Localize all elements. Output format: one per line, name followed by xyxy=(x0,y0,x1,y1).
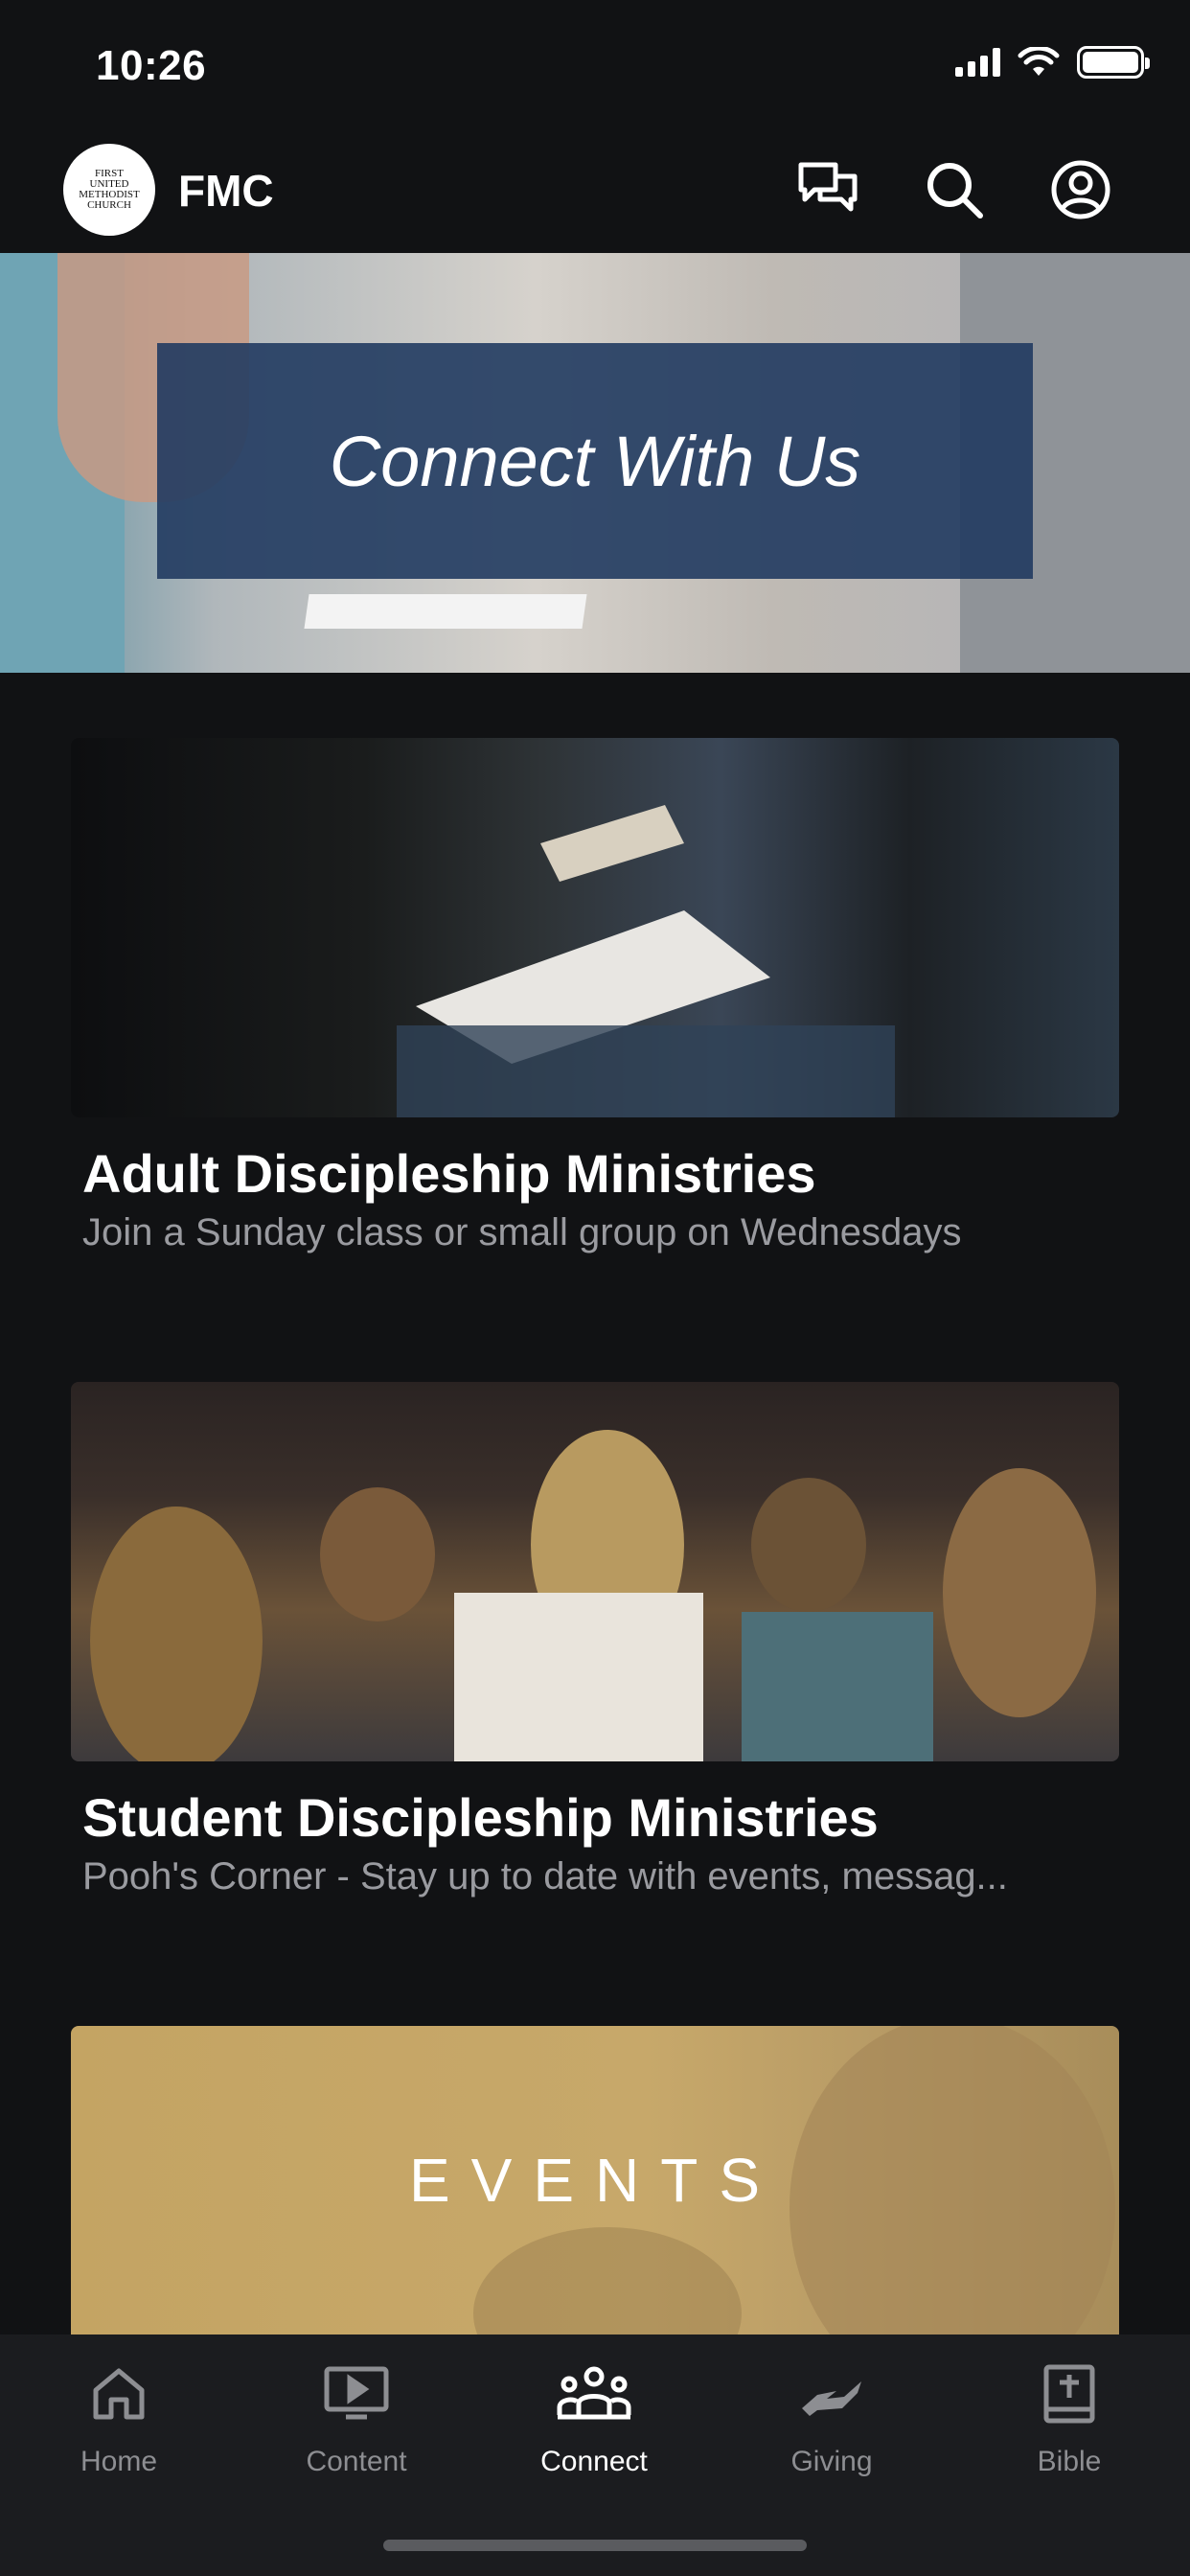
card-title: Student Discipleship Ministries xyxy=(82,1787,879,1848)
play-screen-icon xyxy=(318,2356,395,2432)
wifi-icon xyxy=(1018,47,1060,76)
church-logo[interactable]: FIRST UNITED METHODIST CHURCH xyxy=(63,144,155,236)
status-time: 10:26 xyxy=(96,42,207,89)
card-subtitle: Pooh's Corner - Stay up to date with eve… xyxy=(82,1855,1008,1898)
profile-icon[interactable] xyxy=(1046,155,1115,224)
app-title: FMC xyxy=(178,166,274,216)
search-icon[interactable] xyxy=(920,155,989,224)
tab-label: Content xyxy=(306,2446,407,2477)
card-subtitle: Join a Sunday class or small group on We… xyxy=(82,1211,962,1254)
tab-label: Connect xyxy=(540,2446,648,2477)
tab-bible[interactable]: Bible xyxy=(973,2356,1165,2478)
status-icons xyxy=(955,46,1150,79)
group-icon xyxy=(556,2356,632,2432)
tab-label: Giving xyxy=(790,2446,873,2477)
tab-connect[interactable]: Connect xyxy=(498,2356,690,2478)
card-image-student xyxy=(71,1382,1119,1761)
app-header: FIRST UNITED METHODIST CHURCH FMC xyxy=(0,134,1190,253)
status-bar: 10:26 xyxy=(0,0,1190,134)
card-image-events: EVENTS xyxy=(71,2026,1119,2334)
hero-title-box: Connect With Us xyxy=(157,343,1033,579)
tab-content[interactable]: Content xyxy=(261,2356,452,2478)
home-indicator xyxy=(383,2540,807,2551)
battery-icon xyxy=(1077,46,1150,79)
events-title: EVENTS xyxy=(408,2146,782,2215)
hero-title: Connect With Us xyxy=(329,421,861,501)
giving-hand-icon xyxy=(793,2356,870,2432)
chat-icon[interactable] xyxy=(793,155,862,224)
card-image-adult xyxy=(71,738,1119,1117)
card-title: Adult Discipleship Ministries xyxy=(82,1143,816,1204)
logo-text: FIRST UNITED METHODIST CHURCH xyxy=(79,168,140,211)
tab-giving[interactable]: Giving xyxy=(736,2356,927,2478)
bible-icon xyxy=(1031,2356,1108,2432)
home-icon xyxy=(80,2356,157,2432)
tab-label: Home xyxy=(80,2446,158,2477)
hero-photo-paper xyxy=(304,594,587,629)
cellular-signal-icon xyxy=(955,48,1000,77)
hero-banner[interactable]: Connect With Us xyxy=(0,253,1190,673)
tab-label: Bible xyxy=(1037,2446,1102,2477)
tab-home[interactable]: Home xyxy=(23,2356,215,2478)
